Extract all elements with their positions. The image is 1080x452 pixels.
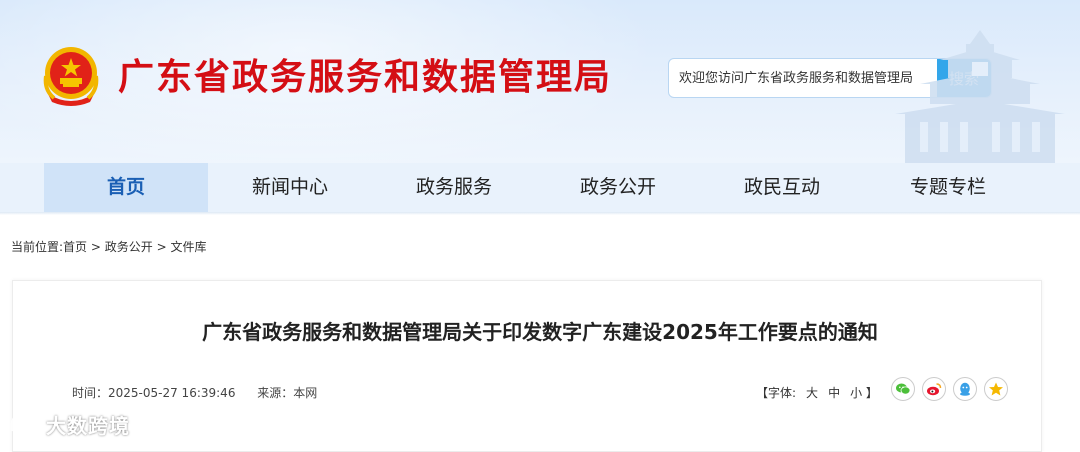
qzone-icon[interactable]: [984, 377, 1008, 401]
nav-item-services[interactable]: 政务服务: [372, 163, 536, 212]
article-meta: 时间：2025-05-27 16:39:46 来源：本网: [72, 384, 335, 401]
article-source: 来源：本网: [257, 386, 318, 400]
font-size-small[interactable]: 小: [850, 386, 862, 400]
breadcrumb-separator: >: [156, 240, 167, 254]
nav-item-topics[interactable]: 专题专栏: [866, 163, 1030, 212]
nav-item-home[interactable]: 首页: [44, 163, 208, 212]
site-header: 广东省政务服务和数据管理局 搜索: [0, 0, 1080, 163]
article-card: [12, 280, 1042, 452]
nav-item-interaction[interactable]: 政民互动: [700, 163, 864, 212]
wechat-icon[interactable]: [891, 377, 915, 401]
breadcrumb-disclosure[interactable]: 政务公开: [105, 240, 153, 254]
national-emblem-icon: [43, 47, 99, 106]
breadcrumb-separator: >: [90, 240, 101, 254]
font-size-medium[interactable]: 中: [828, 386, 840, 400]
site-title: 广东省政务服务和数据管理局: [118, 56, 613, 98]
breadcrumb-library[interactable]: 文件库: [171, 240, 207, 254]
publish-time: 时间：2025-05-27 16:39:46: [72, 386, 236, 400]
font-size-large[interactable]: 大: [806, 386, 818, 400]
font-size-close: 】: [865, 386, 878, 400]
article-title: 广东省政务服务和数据管理局关于印发数字广东建设2025年工作要点的通知: [202, 320, 878, 344]
building-silhouette-icon: [895, 30, 1065, 163]
nav-divider: [0, 212, 1080, 215]
breadcrumb-home[interactable]: 首页: [63, 240, 87, 254]
qq-icon[interactable]: [953, 377, 977, 401]
breadcrumb-prefix: 当前位置:: [11, 240, 64, 254]
main-nav: 首页 新闻中心 政务服务 政务公开 政民互动 专题专栏: [0, 163, 1080, 212]
nav-item-news[interactable]: 新闻中心: [208, 163, 372, 212]
weibo-icon[interactable]: [922, 377, 946, 401]
nav-item-disclosure[interactable]: 政务公开: [536, 163, 700, 212]
font-size-switcher: 【字体: 大中小 】: [756, 384, 878, 401]
watermark-logo-icon: [10, 412, 45, 435]
watermark-text: 大数跨境: [46, 414, 130, 438]
breadcrumb: 当前位置:首页 > 政务公开 > 文件库: [11, 238, 207, 255]
font-size-label: 【字体:: [756, 386, 797, 400]
